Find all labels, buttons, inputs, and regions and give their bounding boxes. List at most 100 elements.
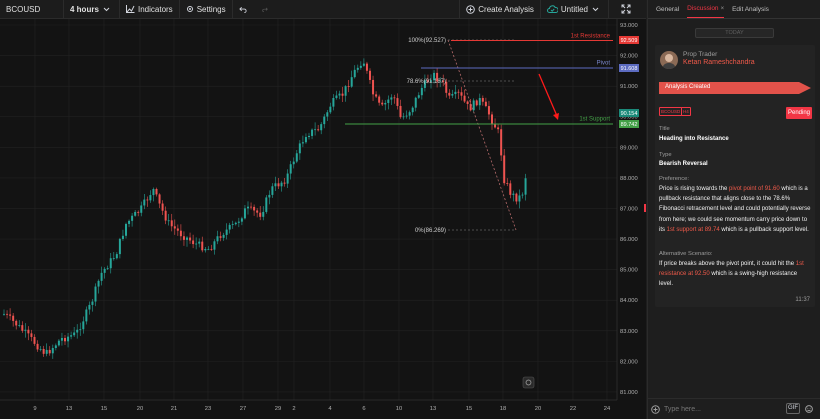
price-chart[interactable]: 100%(92.527) 78.6%(91.187) 0%(86.269) 1s… — [0, 19, 646, 419]
tab-general[interactable]: General — [656, 6, 679, 18]
indicators-button[interactable]: Indicators — [120, 0, 180, 19]
candle-body — [286, 173, 289, 184]
time-tick-label: 23 — [205, 406, 211, 412]
candle-body — [6, 313, 9, 315]
fib-0-label: 0%(86.269) — [415, 228, 446, 234]
create-analysis-button[interactable]: Create Analysis — [459, 0, 541, 19]
app-window: BCOUSD 4 hours Indicators Settings Creat… — [0, 0, 820, 419]
time-tick-label: 22 — [570, 406, 576, 412]
candle-body — [158, 194, 161, 204]
projection-arrow[interactable] — [538, 73, 559, 120]
candle-body — [491, 114, 493, 124]
candle-body — [128, 220, 131, 224]
time-tick-label: 6 — [362, 406, 365, 412]
settings-button[interactable]: Settings — [180, 0, 233, 19]
price-tick-label: 93.000 — [620, 23, 638, 29]
candle-body — [115, 254, 118, 259]
candle-body — [204, 248, 207, 251]
support-price-tag: 89.742 — [619, 120, 639, 128]
message-input[interactable] — [664, 405, 784, 413]
candle-body — [88, 304, 91, 310]
candle-body — [36, 343, 39, 350]
avatar[interactable] — [660, 51, 678, 69]
panel-resize-handle[interactable] — [644, 204, 646, 212]
candle-body — [347, 86, 350, 87]
candle-body — [67, 336, 70, 342]
resistance-line[interactable]: 1st Resistance — [451, 34, 613, 41]
candle-body — [268, 194, 271, 198]
candle-body — [186, 237, 188, 240]
interval-select[interactable]: 4 hours — [64, 0, 120, 19]
candle-body — [48, 349, 51, 354]
candle-body — [350, 77, 353, 87]
candle-body — [112, 258, 115, 260]
price-tick-label: 84.000 — [620, 298, 638, 304]
time-tick-label: 15 — [101, 406, 107, 412]
message-timestamp: 11:37 — [795, 297, 810, 303]
candle-body — [73, 332, 76, 336]
price-axis[interactable]: 93.00092.00091.00090.00089.00088.00087.0… — [616, 19, 638, 400]
time-axis[interactable]: 9 13 15 20 21 23 27 29 2 4 6 10 13 15 18 20 22 24 — [0, 399, 617, 412]
candle-body — [460, 92, 463, 96]
fullscreen-button[interactable] — [609, 0, 646, 19]
symbol-search[interactable]: BCOUSD — [0, 0, 64, 19]
candle-body — [503, 155, 506, 184]
chevron-down-icon — [103, 7, 110, 11]
alternative-scenario-text: If price breaks above the pivot point, i… — [659, 261, 804, 288]
candle-body — [515, 193, 518, 202]
candle-body — [524, 178, 527, 195]
candle-body — [295, 153, 298, 162]
chevron-down-icon — [592, 7, 599, 11]
candle-body — [359, 65, 362, 68]
scroll-to-latest-icon[interactable] — [522, 376, 535, 389]
grid — [0, 19, 617, 400]
time-tick-label: 10 — [396, 406, 402, 412]
author-name[interactable]: Ketan Rameshchandra — [683, 59, 755, 66]
candle-body — [314, 129, 317, 131]
candle-body — [228, 224, 231, 230]
chart-toolbar: BCOUSD 4 hours Indicators Settings Creat… — [0, 0, 646, 19]
tab-discussion[interactable]: Discussion × — [687, 5, 725, 18]
candle-body — [30, 333, 33, 337]
redo-button[interactable] — [256, 0, 277, 19]
candle-body — [365, 63, 368, 71]
candle-body — [283, 182, 286, 184]
candle-body — [372, 79, 375, 95]
candle-body — [234, 222, 237, 225]
candle-body — [396, 98, 399, 106]
emoji-icon[interactable] — [805, 405, 813, 413]
undo-button[interactable] — [233, 0, 256, 19]
candle-body — [18, 325, 21, 326]
preference-label: Preference: — [659, 176, 689, 182]
candle-body — [487, 106, 490, 115]
candle-body — [478, 98, 481, 106]
candle-body — [335, 95, 338, 99]
pivot-line[interactable]: Pivot — [421, 61, 613, 69]
candle-body — [506, 183, 509, 184]
candle-body — [308, 135, 310, 138]
tab-edit-analysis[interactable]: Edit Analysis — [732, 6, 769, 18]
candle-body — [33, 336, 36, 344]
candle-body — [317, 129, 320, 131]
fib-retracement[interactable]: 100%(92.527) 78.6%(91.187) 0%(86.269) — [407, 38, 517, 234]
close-icon[interactable]: × — [721, 6, 725, 12]
candle-body — [39, 348, 42, 350]
price-tick-label: 83.000 — [620, 329, 638, 335]
pivot-price: 91.608 — [621, 66, 638, 72]
title-value: Heading into Resistance — [659, 136, 729, 142]
add-attachment-icon[interactable] — [651, 404, 660, 414]
candle-body — [332, 98, 335, 107]
candle-body — [399, 105, 402, 118]
candle-body — [12, 315, 15, 321]
time-tick-label: 15 — [466, 406, 472, 412]
candle-body — [179, 230, 182, 237]
candle-body — [225, 229, 228, 235]
candle-body — [176, 228, 179, 231]
chart-canvas[interactable]: 100%(92.527) 78.6%(91.187) 0%(86.269) 1s… — [0, 19, 646, 419]
gif-button[interactable]: GIF — [786, 403, 800, 414]
message-input-bar: GIF — [648, 398, 820, 419]
candle-body — [378, 96, 381, 103]
candle-body — [323, 116, 326, 125]
price-tick-label: 82.000 — [620, 359, 638, 365]
untitled-layout-button[interactable]: Untitled — [541, 0, 609, 19]
